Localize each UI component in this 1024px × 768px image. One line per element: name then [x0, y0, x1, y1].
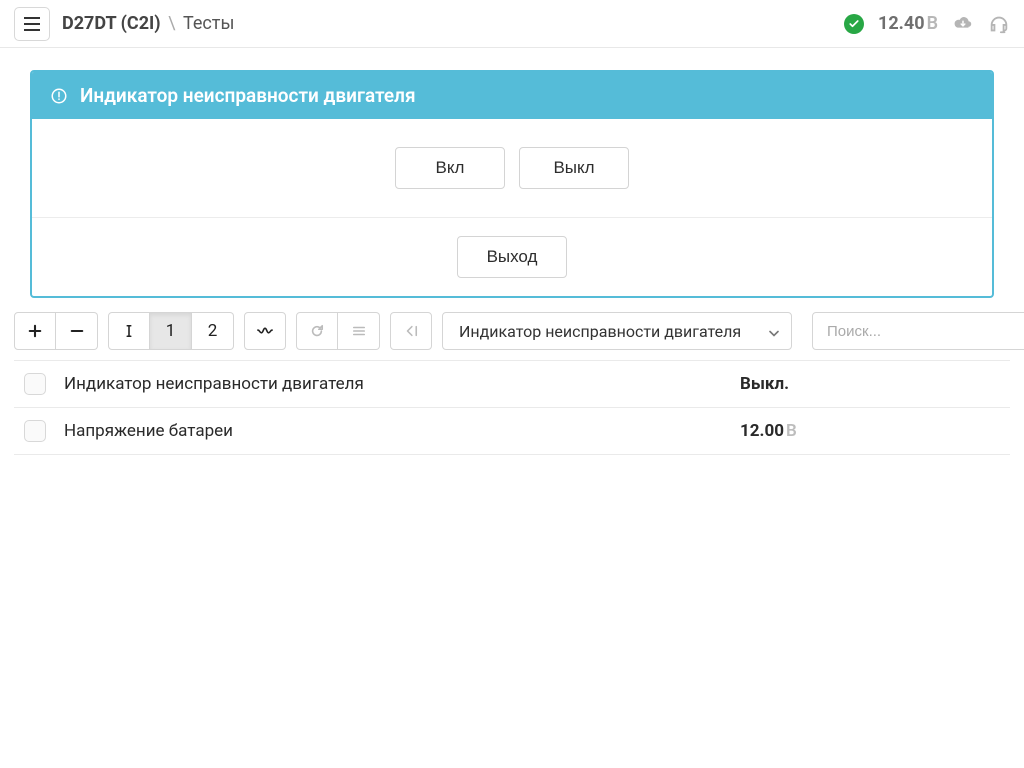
row-value-text: Выкл.	[740, 374, 789, 394]
header-right: 12.40В	[844, 13, 1010, 35]
level-2-button[interactable]: 2	[192, 312, 234, 350]
collapse-button[interactable]	[390, 312, 432, 350]
level-1-button[interactable]: 1	[150, 312, 192, 350]
breadcrumb-device[interactable]: D27DT (C2I)	[62, 13, 161, 34]
remove-button[interactable]	[56, 312, 98, 350]
status-ok-icon	[844, 14, 864, 34]
text-cursor-icon	[122, 324, 136, 338]
menu-icon	[24, 17, 40, 31]
minus-icon	[70, 324, 84, 338]
breadcrumb-page: Тесты	[183, 13, 234, 34]
toolbar: 1 2 Индикатор неисправности двигателя	[0, 312, 1024, 360]
exit-button[interactable]: Выход	[457, 236, 567, 278]
list-button[interactable]	[338, 312, 380, 350]
panel-container: Индикатор неисправности двигателя Вкл Вы…	[0, 48, 1024, 312]
row-value-unit: В	[786, 421, 797, 441]
row-checkbox[interactable]	[24, 420, 46, 442]
header-voltage: 12.40В	[878, 13, 938, 34]
parameter-select[interactable]: Индикатор неисправности двигателя	[442, 312, 792, 350]
test-panel: Индикатор неисправности двигателя Вкл Вы…	[30, 70, 994, 298]
table-row: Индикатор неисправности двигателя Выкл.	[14, 360, 1010, 408]
on-button[interactable]: Вкл	[395, 147, 505, 189]
breadcrumb: D27DT (C2I) \ Тесты	[62, 13, 844, 34]
wave-icon	[257, 325, 273, 337]
off-button[interactable]: Выкл	[519, 147, 629, 189]
collapse-icon	[404, 324, 418, 338]
row-label: Напряжение батареи	[64, 421, 740, 441]
level-group: 1 2	[108, 312, 234, 350]
row-value: 12.00В	[740, 421, 1000, 441]
parameter-select-value: Индикатор неисправности двигателя	[459, 322, 741, 341]
cloud-icon[interactable]	[952, 13, 974, 35]
text-icon-button[interactable]	[108, 312, 150, 350]
headset-icon[interactable]	[988, 13, 1010, 35]
refresh-button[interactable]	[296, 312, 338, 350]
addremove-group	[14, 312, 98, 350]
voltage-unit: В	[927, 13, 938, 34]
wave-group	[244, 312, 286, 350]
panel-header: Индикатор неисправности двигателя	[32, 72, 992, 119]
collapse-group	[390, 312, 432, 350]
row-checkbox[interactable]	[24, 373, 46, 395]
refresh-icon	[310, 324, 324, 338]
panel-title: Индикатор неисправности двигателя	[80, 84, 416, 107]
row-label: Индикатор неисправности двигателя	[64, 374, 740, 394]
row-value: Выкл.	[740, 374, 1000, 394]
plus-icon	[28, 324, 42, 338]
add-button[interactable]	[14, 312, 56, 350]
search-input[interactable]	[812, 312, 1024, 350]
chevron-down-icon	[769, 322, 779, 341]
table-row: Напряжение батареи 12.00В	[14, 408, 1010, 455]
alert-icon	[50, 87, 68, 105]
voltage-value: 12.40	[878, 13, 925, 34]
panel-footer: Выход	[32, 217, 992, 296]
menu-button[interactable]	[14, 7, 50, 41]
refresh-group	[296, 312, 380, 350]
app-header: D27DT (C2I) \ Тесты 12.40В	[0, 0, 1024, 48]
list-icon	[352, 324, 366, 338]
panel-body: Вкл Выкл	[32, 119, 992, 217]
breadcrumb-separator: \	[168, 13, 175, 34]
row-value-text: 12.00	[740, 421, 784, 441]
data-rows: Индикатор неисправности двигателя Выкл. …	[0, 360, 1024, 455]
wave-button[interactable]	[244, 312, 286, 350]
